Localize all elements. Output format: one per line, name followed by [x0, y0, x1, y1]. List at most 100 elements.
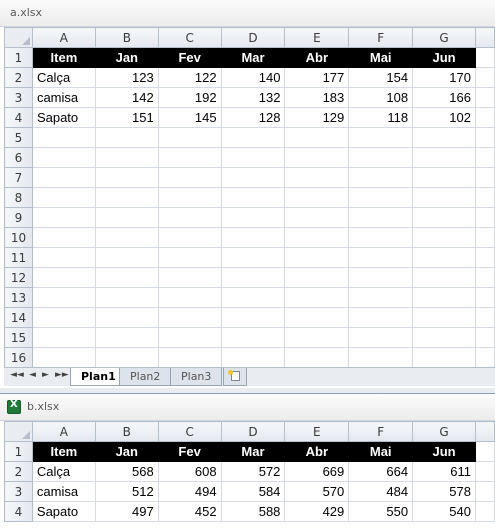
empty-cell[interactable] — [348, 227, 414, 248]
empty-cell[interactable] — [284, 347, 350, 368]
empty-cell[interactable] — [31, 147, 96, 168]
empty-cell[interactable] — [31, 307, 96, 328]
window-b-titlebar[interactable]: b.xlsx — [0, 394, 495, 421]
empty-cell[interactable] — [157, 227, 222, 248]
row-header[interactable]: 8 — [4, 187, 33, 208]
empty-cell[interactable] — [220, 327, 286, 348]
header-cell[interactable]: Item — [31, 47, 96, 68]
data-cell[interactable]: camisa — [31, 481, 96, 502]
column-header-d[interactable]: D — [220, 421, 286, 442]
empty-cell[interactable] — [157, 207, 222, 228]
column-header-g[interactable]: G — [412, 27, 476, 48]
data-cell[interactable]: 154 — [348, 67, 414, 88]
column-header-d[interactable]: D — [220, 27, 286, 48]
empty-cell[interactable] — [348, 147, 414, 168]
empty-cell[interactable] — [220, 227, 286, 248]
empty-cell[interactable] — [94, 307, 159, 328]
empty-cell[interactable] — [348, 167, 414, 188]
empty-cell[interactable] — [284, 287, 350, 308]
empty-cell[interactable] — [474, 347, 495, 368]
empty-cell[interactable] — [157, 187, 222, 208]
data-cell[interactable]: 497 — [94, 501, 159, 522]
empty-cell[interactable] — [474, 267, 495, 288]
empty-cell[interactable] — [284, 267, 350, 288]
sheet-tab-plan2[interactable]: Plan2 — [119, 368, 172, 386]
column-header-b[interactable]: B — [94, 27, 159, 48]
empty-cell[interactable] — [157, 347, 222, 368]
empty-cell[interactable] — [220, 187, 286, 208]
data-cell[interactable]: 118 — [348, 107, 414, 128]
header-cell[interactable]: Mar — [220, 441, 286, 462]
empty-cell[interactable] — [474, 87, 495, 108]
row-header[interactable]: 10 — [4, 227, 33, 248]
empty-cell[interactable] — [220, 127, 286, 148]
data-cell[interactable]: 122 — [157, 67, 222, 88]
empty-cell[interactable] — [474, 227, 495, 248]
data-cell[interactable]: 452 — [157, 501, 222, 522]
empty-cell[interactable] — [94, 327, 159, 348]
empty-cell[interactable] — [348, 307, 414, 328]
empty-cell[interactable] — [284, 207, 350, 228]
header-cell[interactable]: Jun — [412, 47, 476, 68]
data-cell[interactable]: 123 — [94, 67, 159, 88]
empty-cell[interactable] — [474, 441, 495, 462]
empty-cell[interactable] — [94, 267, 159, 288]
insert-sheet-icon[interactable] — [223, 368, 247, 386]
empty-cell[interactable] — [474, 187, 495, 208]
data-cell[interactable]: 429 — [284, 501, 350, 522]
empty-cell[interactable] — [474, 327, 495, 348]
header-cell[interactable]: Mar — [220, 47, 286, 68]
data-cell[interactable]: 570 — [284, 481, 350, 502]
first-sheet-nav-icon[interactable]: ◄◄ — [10, 370, 24, 380]
empty-cell[interactable] — [31, 287, 96, 308]
data-cell[interactable]: 108 — [348, 87, 414, 108]
empty-cell[interactable] — [157, 167, 222, 188]
data-cell[interactable]: 128 — [220, 107, 286, 128]
empty-cell[interactable] — [474, 67, 495, 88]
empty-cell[interactable] — [31, 187, 96, 208]
data-cell[interactable]: 140 — [220, 67, 286, 88]
row-header[interactable]: 12 — [4, 267, 33, 288]
empty-cell[interactable] — [31, 227, 96, 248]
empty-cell[interactable] — [474, 461, 495, 482]
window-a-titlebar[interactable]: a.xlsx — [0, 0, 495, 27]
data-cell[interactable]: Calça — [31, 461, 96, 482]
empty-cell[interactable] — [348, 287, 414, 308]
empty-cell[interactable] — [31, 207, 96, 228]
header-cell[interactable]: Item — [31, 441, 96, 462]
data-cell[interactable]: 608 — [157, 461, 222, 482]
data-cell[interactable]: 664 — [348, 461, 414, 482]
empty-cell[interactable] — [94, 207, 159, 228]
empty-cell[interactable] — [220, 147, 286, 168]
empty-cell[interactable] — [474, 207, 495, 228]
column-header-e[interactable]: E — [284, 421, 350, 442]
row-header[interactable]: 6 — [4, 147, 33, 168]
sheet-tab-plan3[interactable]: Plan3 — [170, 368, 223, 386]
empty-cell[interactable] — [474, 127, 495, 148]
column-header-f[interactable]: F — [348, 421, 414, 442]
empty-cell[interactable] — [284, 187, 350, 208]
empty-cell[interactable] — [284, 167, 350, 188]
column-header-b[interactable]: B — [94, 421, 159, 442]
empty-cell[interactable] — [94, 227, 159, 248]
empty-cell[interactable] — [412, 247, 476, 268]
empty-cell[interactable] — [412, 187, 476, 208]
empty-cell[interactable] — [157, 287, 222, 308]
empty-cell[interactable] — [348, 267, 414, 288]
empty-cell[interactable] — [348, 187, 414, 208]
row-header[interactable]: 2 — [4, 67, 33, 88]
empty-cell[interactable] — [157, 267, 222, 288]
column-header-f[interactable]: F — [348, 27, 414, 48]
header-cell[interactable]: Fev — [157, 441, 222, 462]
empty-cell[interactable] — [31, 127, 96, 148]
data-cell[interactable]: 494 — [157, 481, 222, 502]
empty-cell[interactable] — [412, 347, 476, 368]
row-header[interactable]: 9 — [4, 207, 33, 228]
empty-cell[interactable] — [94, 127, 159, 148]
header-cell[interactable]: Jan — [94, 47, 159, 68]
empty-cell[interactable] — [412, 327, 476, 348]
data-cell[interactable]: 192 — [157, 87, 222, 108]
empty-cell[interactable] — [220, 267, 286, 288]
data-cell[interactable]: 572 — [220, 461, 286, 482]
data-cell[interactable]: 151 — [94, 107, 159, 128]
